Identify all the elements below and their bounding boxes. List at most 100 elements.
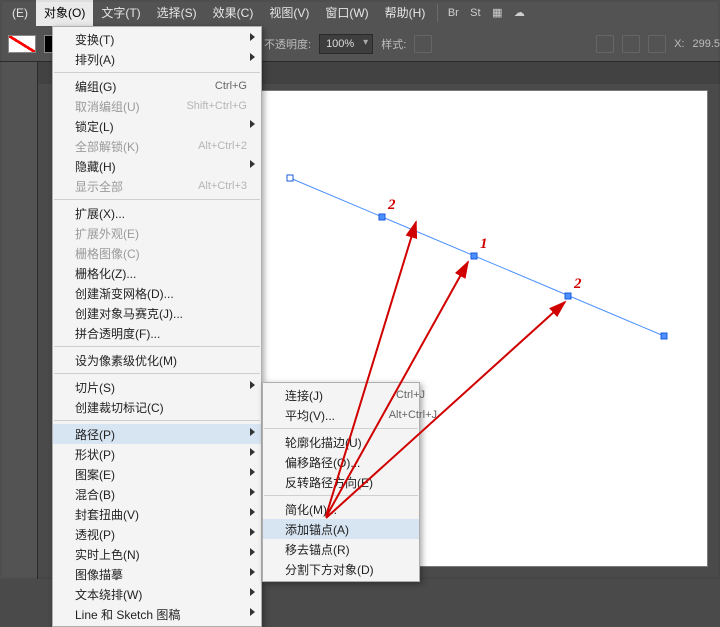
object-menu-item: 显示全部Alt+Ctrl+3 bbox=[53, 176, 261, 196]
path-submenu-item-label: 移去锚点(R) bbox=[285, 541, 405, 558]
submenu-arrow-icon bbox=[250, 488, 255, 496]
align-icon[interactable] bbox=[596, 35, 614, 53]
toolbox bbox=[0, 62, 38, 579]
fill-swatch[interactable] bbox=[8, 35, 36, 53]
path-submenu-item-label: 偏移路径(O)... bbox=[285, 454, 405, 471]
object-menu-item-label: 排列(A) bbox=[75, 51, 247, 68]
arrange-docs-icon[interactable]: ▦ bbox=[486, 0, 508, 26]
menu-item-effect[interactable]: 效果(C) bbox=[205, 0, 262, 26]
path-submenu-item-label: 简化(M)... bbox=[285, 501, 405, 518]
path-submenu-item-label: 轮廓化描边(U) bbox=[285, 434, 405, 451]
opacity-dropdown[interactable]: 100% bbox=[319, 34, 373, 54]
path-submenu-item[interactable]: 移去锚点(R) bbox=[263, 539, 419, 559]
object-menu-item[interactable]: 路径(P) bbox=[53, 424, 261, 444]
object-menu-item[interactable]: 隐藏(H) bbox=[53, 156, 261, 176]
object-menu-item[interactable]: 拼合透明度(F)... bbox=[53, 323, 261, 343]
path-submenu-item-shortcut: Alt+Ctrl+J bbox=[365, 409, 437, 421]
object-menu-item-shortcut: Alt+Ctrl+3 bbox=[175, 180, 247, 192]
object-menu-item[interactable]: 图像描摹 bbox=[53, 564, 261, 584]
menubar: (E) 对象(O) 文字(T) 选择(S) 效果(C) 视图(V) 窗口(W) … bbox=[0, 0, 720, 26]
submenu-arrow-icon bbox=[250, 568, 255, 576]
path-submenu-separator bbox=[264, 428, 418, 429]
path-submenu-item[interactable]: 添加锚点(A) bbox=[263, 519, 419, 539]
path-submenu-item[interactable]: 轮廓化描边(U) bbox=[263, 432, 419, 452]
object-menu-item[interactable]: 设为像素级优化(M) bbox=[53, 350, 261, 370]
object-menu-item-label: 切片(S) bbox=[75, 379, 247, 396]
submenu-arrow-icon bbox=[250, 588, 255, 596]
object-menu-item-label: 透视(P) bbox=[75, 526, 247, 543]
object-menu-item[interactable]: 形状(P) bbox=[53, 444, 261, 464]
path-submenu-item-label: 添加锚点(A) bbox=[285, 521, 405, 538]
path-submenu: 连接(J)Ctrl+J平均(V)...Alt+Ctrl+J 轮廓化描边(U) 偏移路… bbox=[262, 382, 420, 582]
path-submenu-item[interactable]: 简化(M)... bbox=[263, 499, 419, 519]
menu-item-window[interactable]: 窗口(W) bbox=[317, 0, 376, 26]
object-menu-item-label: 隐藏(H) bbox=[75, 158, 247, 175]
object-menu-item[interactable]: 切片(S) bbox=[53, 377, 261, 397]
shape-mode-icon[interactable] bbox=[622, 35, 640, 53]
menu-item-select[interactable]: 选择(S) bbox=[149, 0, 205, 26]
object-menu-item[interactable]: 创建渐变网格(D)... bbox=[53, 283, 261, 303]
menu-item-view[interactable]: 视图(V) bbox=[261, 0, 317, 26]
path-submenu-item[interactable]: 偏移路径(O)... bbox=[263, 452, 419, 472]
object-menu-item-label: 创建渐变网格(D)... bbox=[75, 285, 247, 302]
submenu-arrow-icon bbox=[250, 448, 255, 456]
bridge-icon[interactable]: Br bbox=[442, 0, 464, 26]
object-menu-item[interactable]: 创建对象马赛克(J)... bbox=[53, 303, 261, 323]
object-menu-item-label: Line 和 Sketch 图稿 bbox=[75, 606, 247, 623]
object-menu-item[interactable]: 透视(P) bbox=[53, 524, 261, 544]
path-submenu-item-label: 分割下方对象(D) bbox=[285, 561, 405, 578]
menu-item-edit[interactable]: (E) bbox=[4, 0, 36, 26]
submenu-arrow-icon bbox=[250, 120, 255, 128]
path-submenu-item-label: 反转路径方向(E) bbox=[285, 474, 405, 491]
object-menu-separator bbox=[54, 420, 260, 421]
cloud-icon[interactable]: ☁ bbox=[508, 0, 530, 26]
object-menu-item-shortcut: Shift+Ctrl+G bbox=[175, 100, 247, 112]
object-menu-item[interactable]: 封套扭曲(V) bbox=[53, 504, 261, 524]
object-menu-item[interactable]: 变换(T) bbox=[53, 29, 261, 49]
object-menu-item-label: 实时上色(N) bbox=[75, 546, 247, 563]
submenu-arrow-icon bbox=[250, 428, 255, 436]
object-menu-item: 扩展外观(E) bbox=[53, 223, 261, 243]
object-menu-item[interactable]: 文本绕排(W) bbox=[53, 584, 261, 604]
transform-icon[interactable] bbox=[648, 35, 666, 53]
object-menu-item-label: 创建对象马赛克(J)... bbox=[75, 305, 247, 322]
object-menu-item-label: 扩展外观(E) bbox=[75, 225, 247, 242]
menu-item-type[interactable]: 文字(T) bbox=[93, 0, 148, 26]
object-menu-item: 全部解锁(K)Alt+Ctrl+2 bbox=[53, 136, 261, 156]
object-menu-item[interactable]: 栅格化(Z)... bbox=[53, 263, 261, 283]
object-menu-item[interactable]: 扩展(X)... bbox=[53, 203, 261, 223]
menubar-separator bbox=[437, 4, 438, 22]
object-menu-item: 栅格图像(C) bbox=[53, 243, 261, 263]
submenu-arrow-icon bbox=[250, 53, 255, 61]
object-menu-item[interactable]: 创建裁切标记(C) bbox=[53, 397, 261, 417]
object-menu-separator bbox=[54, 199, 260, 200]
tool-selection[interactable] bbox=[3, 65, 35, 93]
menu-item-help[interactable]: 帮助(H) bbox=[377, 0, 434, 26]
object-menu-item-shortcut: Alt+Ctrl+2 bbox=[175, 140, 247, 152]
object-menu-item[interactable]: 编组(G)Ctrl+G bbox=[53, 76, 261, 96]
object-menu-item-label: 路径(P) bbox=[75, 426, 247, 443]
stock-icon[interactable]: St bbox=[464, 0, 486, 26]
object-menu-item[interactable]: 排列(A) bbox=[53, 49, 261, 69]
path-submenu-separator bbox=[264, 495, 418, 496]
menu-item-object[interactable]: 对象(O) bbox=[36, 0, 93, 26]
object-menu-item[interactable]: Line 和 Sketch 图稿 bbox=[53, 604, 261, 624]
object-menu-item-label: 图案(E) bbox=[75, 466, 247, 483]
style-swatch[interactable] bbox=[414, 35, 432, 53]
object-menu-item-label: 栅格图像(C) bbox=[75, 245, 247, 262]
object-menu-item-label: 编组(G) bbox=[75, 78, 175, 95]
path-submenu-item[interactable]: 连接(J)Ctrl+J bbox=[263, 385, 419, 405]
path-submenu-item[interactable]: 分割下方对象(D) bbox=[263, 559, 419, 579]
object-menu-item: 取消编组(U)Shift+Ctrl+G bbox=[53, 96, 261, 116]
object-menu-separator bbox=[54, 346, 260, 347]
object-menu-item[interactable]: 实时上色(N) bbox=[53, 544, 261, 564]
path-submenu-item-shortcut: Ctrl+J bbox=[353, 389, 425, 401]
object-menu-item[interactable]: 图案(E) bbox=[53, 464, 261, 484]
path-submenu-item-label: 连接(J) bbox=[285, 387, 353, 404]
path-submenu-item[interactable]: 平均(V)...Alt+Ctrl+J bbox=[263, 405, 419, 425]
object-menu-item-label: 显示全部 bbox=[75, 178, 175, 195]
object-menu-item[interactable]: 混合(B) bbox=[53, 484, 261, 504]
object-menu-item-label: 拼合透明度(F)... bbox=[75, 325, 247, 342]
object-menu-item[interactable]: 锁定(L) bbox=[53, 116, 261, 136]
path-submenu-item[interactable]: 反转路径方向(E) bbox=[263, 472, 419, 492]
